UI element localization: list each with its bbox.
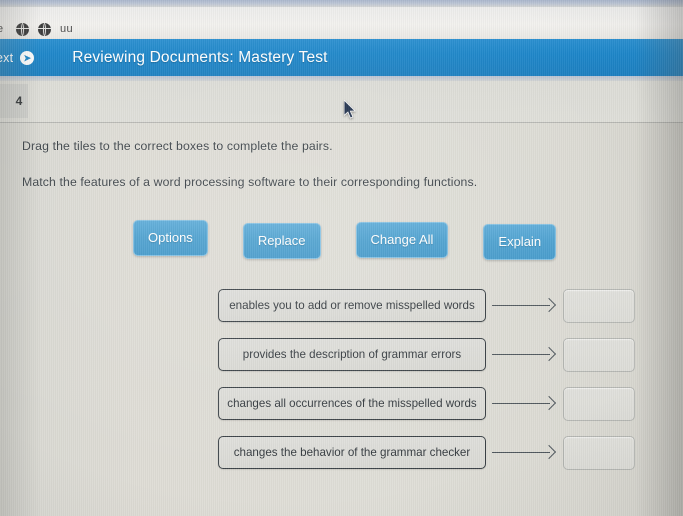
globe-icon[interactable] (38, 22, 51, 36)
drop-target[interactable] (563, 386, 635, 421)
app-header: lext ➤ Reviewing Documents: Mastery Test (0, 39, 683, 76)
draggable-tile-options[interactable]: Options (133, 220, 208, 256)
arrow-right-icon (492, 395, 560, 411)
matching-rows: enables you to add or remove misspelled … (218, 288, 638, 484)
prompt-box: enables you to add or remove misspelled … (218, 289, 486, 322)
tile-tray: Options Replace Change All Explain (133, 220, 557, 260)
arrow-right-icon (492, 346, 560, 362)
circle-arrow-right-icon: ➤ (20, 50, 35, 65)
drop-target[interactable] (563, 288, 635, 323)
arrow-right-icon (492, 297, 560, 313)
content-divider (0, 122, 683, 123)
browser-tab-bar: e uu (0, 7, 683, 39)
prompt-box: provides the description of grammar erro… (218, 338, 486, 371)
globe-icon[interactable] (16, 22, 29, 36)
instruction-secondary: Match the features of a word processing … (22, 175, 478, 189)
match-row: changes the behavior of the grammar chec… (218, 435, 638, 470)
question-number: 4 (15, 94, 23, 108)
draggable-tile-change-all[interactable]: Change All (355, 222, 449, 258)
draggable-tile-explain[interactable]: Explain (483, 224, 557, 260)
browser-tabs: e uu (0, 18, 73, 40)
instruction-primary: Drag the tiles to the correct boxes to c… (22, 139, 333, 153)
arrow-right-icon (492, 444, 560, 460)
prompt-box: changes all occurrences of the misspelle… (218, 387, 486, 420)
draggable-tile-replace[interactable]: Replace (242, 223, 321, 259)
tab-edge-fragment[interactable]: e (0, 23, 7, 35)
match-row: provides the description of grammar erro… (218, 337, 638, 372)
drop-target[interactable] (563, 435, 635, 470)
question-number-chip[interactable]: 4 (0, 84, 28, 118)
next-button[interactable]: lext ➤ (0, 50, 35, 65)
page-title: Reviewing Documents: Mastery Test (72, 48, 328, 66)
drop-target[interactable] (563, 337, 635, 372)
match-row: changes all occurrences of the misspelle… (218, 386, 638, 421)
match-row: enables you to add or remove misspelled … (218, 288, 638, 323)
screen: e uu lext ➤ Reviewing Documents: Mastery… (0, 0, 683, 516)
prompt-box: changes the behavior of the grammar chec… (218, 436, 486, 469)
next-button-label: lext (0, 50, 14, 65)
window-top-strip (0, 0, 683, 7)
question-number-band (0, 81, 683, 122)
tab-title[interactable]: uu (60, 23, 73, 35)
